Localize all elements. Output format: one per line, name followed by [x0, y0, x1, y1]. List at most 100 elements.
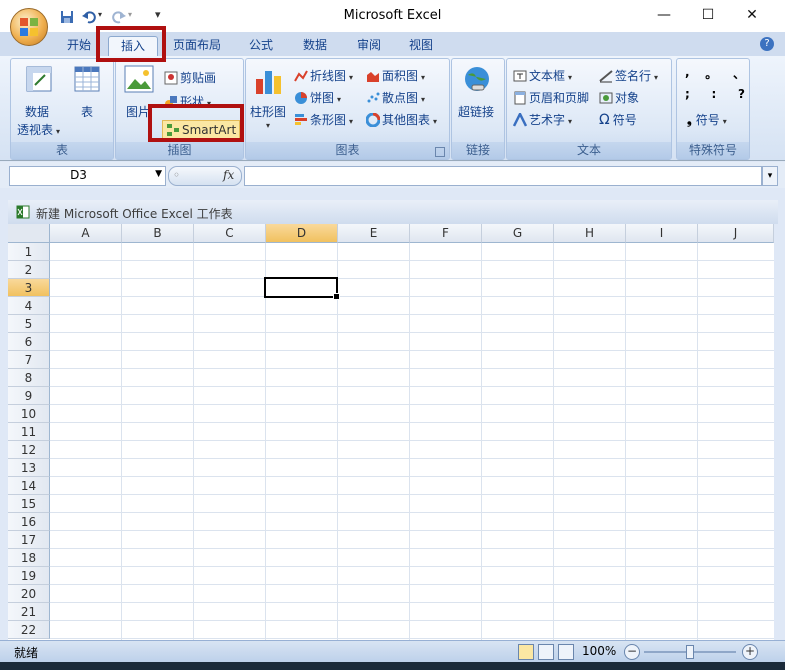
column-header[interactable]: F — [410, 224, 482, 243]
tab-view[interactable]: 视图 — [400, 36, 442, 56]
line-chart-button[interactable]: 折线图 ▾ — [294, 67, 353, 84]
column-header[interactable]: H — [554, 224, 626, 243]
row-header[interactable]: 20 — [8, 585, 50, 603]
special-char[interactable]: ; — [685, 87, 690, 101]
special-char[interactable]: , — [685, 65, 690, 82]
special-char[interactable]: ? — [738, 87, 745, 101]
scatter-chart-button[interactable]: 散点图 ▾ — [366, 89, 425, 106]
area-chart-label: 面积图 — [382, 69, 419, 83]
save-icon[interactable] — [60, 10, 74, 24]
area-chart-button[interactable]: 面积图 ▾ — [366, 67, 425, 84]
row-header[interactable]: 19 — [8, 567, 50, 585]
minimize-button[interactable]: — — [642, 0, 686, 32]
formula-input[interactable] — [244, 166, 762, 186]
special-chars-row-2[interactable]: ; : ? — [685, 87, 745, 101]
row-header[interactable]: 15 — [8, 495, 50, 513]
zoom-slider-thumb[interactable] — [686, 645, 694, 659]
special-char[interactable]: : — [712, 87, 717, 101]
maximize-button[interactable]: ☐ — [686, 0, 730, 32]
row-header[interactable]: 9 — [8, 387, 50, 405]
header-footer-button[interactable]: 页眉和页脚 — [513, 89, 589, 106]
close-button[interactable]: ✕ — [730, 0, 774, 32]
undo-dropdown-icon[interactable]: ▾ — [98, 10, 102, 19]
row-header-selected[interactable]: 3 — [8, 279, 50, 297]
tab-home[interactable]: 开始 — [58, 36, 100, 56]
page-layout-view-icon[interactable] — [538, 644, 554, 660]
row-header[interactable]: 10 — [8, 405, 50, 423]
row-header[interactable]: 6 — [8, 333, 50, 351]
row-header[interactable]: 13 — [8, 459, 50, 477]
pivot-table-button-2[interactable]: 透视表 ▾ — [17, 121, 60, 138]
hyperlink-button[interactable]: 超链接 — [458, 103, 494, 120]
fill-handle[interactable] — [333, 293, 340, 300]
normal-view-icon[interactable] — [518, 644, 534, 660]
chart-dialog-launcher-icon[interactable] — [435, 147, 445, 157]
name-box-dropdown-icon[interactable]: ▼ — [155, 169, 162, 179]
symbol-button[interactable]: Ω 符号 — [599, 111, 637, 128]
clipart-button[interactable]: 剪贴画 — [164, 69, 216, 86]
select-all-corner[interactable] — [8, 224, 50, 243]
page-break-view-icon[interactable] — [558, 644, 574, 660]
other-charts-button[interactable]: 其他图表 ▾ — [366, 111, 437, 128]
pivot-table-button[interactable]: 数据 — [25, 103, 49, 120]
special-symbol-button[interactable]: ❟ 符号 ▾ — [687, 111, 727, 128]
row-header[interactable]: 12 — [8, 441, 50, 459]
selected-cell[interactable] — [264, 277, 338, 298]
help-icon[interactable]: ? — [760, 37, 774, 51]
redo-dropdown-icon[interactable]: ▾ — [128, 10, 132, 19]
special-chars-row-1[interactable]: , 。 、 — [685, 65, 745, 82]
row-header[interactable]: 21 — [8, 603, 50, 621]
tab-review[interactable]: 审阅 — [348, 36, 390, 56]
name-box[interactable]: D3 ▼ — [9, 166, 166, 186]
zoom-out-icon[interactable]: − — [624, 644, 640, 660]
pie-chart-label: 饼图 — [310, 91, 335, 105]
column-header[interactable]: A — [50, 224, 122, 243]
picture-button[interactable]: 图片 — [126, 103, 150, 120]
table-button[interactable]: 表 — [81, 103, 93, 120]
insert-function-icon[interactable]: fx — [223, 168, 234, 182]
zoom-level[interactable]: 100% — [582, 644, 616, 658]
column-header[interactable]: I — [626, 224, 698, 243]
redo-icon[interactable] — [112, 10, 126, 24]
column-header[interactable]: E — [338, 224, 410, 243]
tab-formulas[interactable]: 公式 — [240, 36, 282, 56]
special-char[interactable]: 。 — [705, 65, 717, 82]
row-header[interactable]: 4 — [8, 297, 50, 315]
signature-line-button[interactable]: 签名行 ▾ — [599, 67, 658, 84]
undo-icon[interactable] — [82, 10, 96, 24]
worksheet-grid[interactable]: A B C D E F G H I J 1 2 3 4 5 6 7 8 9 10… — [8, 224, 774, 640]
column-chart-dropdown-icon[interactable]: ▾ — [266, 121, 270, 130]
expand-formula-icon[interactable]: ▾ — [762, 166, 778, 186]
wordart-label: 艺术字 — [529, 113, 566, 127]
header-footer-label: 页眉和页脚 — [529, 91, 590, 105]
textbox-button[interactable]: 文本框 ▾ — [513, 67, 572, 84]
row-header[interactable]: 11 — [8, 423, 50, 441]
row-header[interactable]: 5 — [8, 315, 50, 333]
customize-qat-icon[interactable]: ▾ — [155, 8, 161, 21]
row-header[interactable]: 18 — [8, 549, 50, 567]
row-header[interactable]: 2 — [8, 261, 50, 279]
column-header[interactable]: C — [194, 224, 266, 243]
column-header-selected[interactable]: D — [266, 224, 338, 243]
formula-slider-icon[interactable]: ◦ — [173, 168, 180, 182]
row-header[interactable]: 7 — [8, 351, 50, 369]
row-header[interactable]: 17 — [8, 531, 50, 549]
row-header[interactable]: 1 — [8, 243, 50, 261]
wordart-button[interactable]: 艺术字 ▾ — [513, 111, 572, 128]
row-header[interactable]: 16 — [8, 513, 50, 531]
object-button[interactable]: 对象 — [599, 89, 639, 106]
bar-chart-button[interactable]: 条形图 ▾ — [294, 111, 353, 128]
special-char[interactable]: 、 — [733, 65, 745, 82]
column-header[interactable]: B — [122, 224, 194, 243]
row-header[interactable]: 22 — [8, 621, 50, 639]
row-header[interactable]: 8 — [8, 369, 50, 387]
column-chart-button[interactable]: 柱形图 — [250, 103, 286, 120]
column-header[interactable]: J — [698, 224, 774, 243]
tab-data[interactable]: 数据 — [294, 36, 336, 56]
column-header[interactable]: G — [482, 224, 554, 243]
zoom-in-icon[interactable]: + — [742, 644, 758, 660]
pie-chart-button[interactable]: 饼图 ▾ — [294, 89, 341, 106]
tab-page-layout[interactable]: 页面布局 — [166, 36, 228, 56]
row-header[interactable]: 14 — [8, 477, 50, 495]
office-button[interactable] — [10, 8, 48, 46]
